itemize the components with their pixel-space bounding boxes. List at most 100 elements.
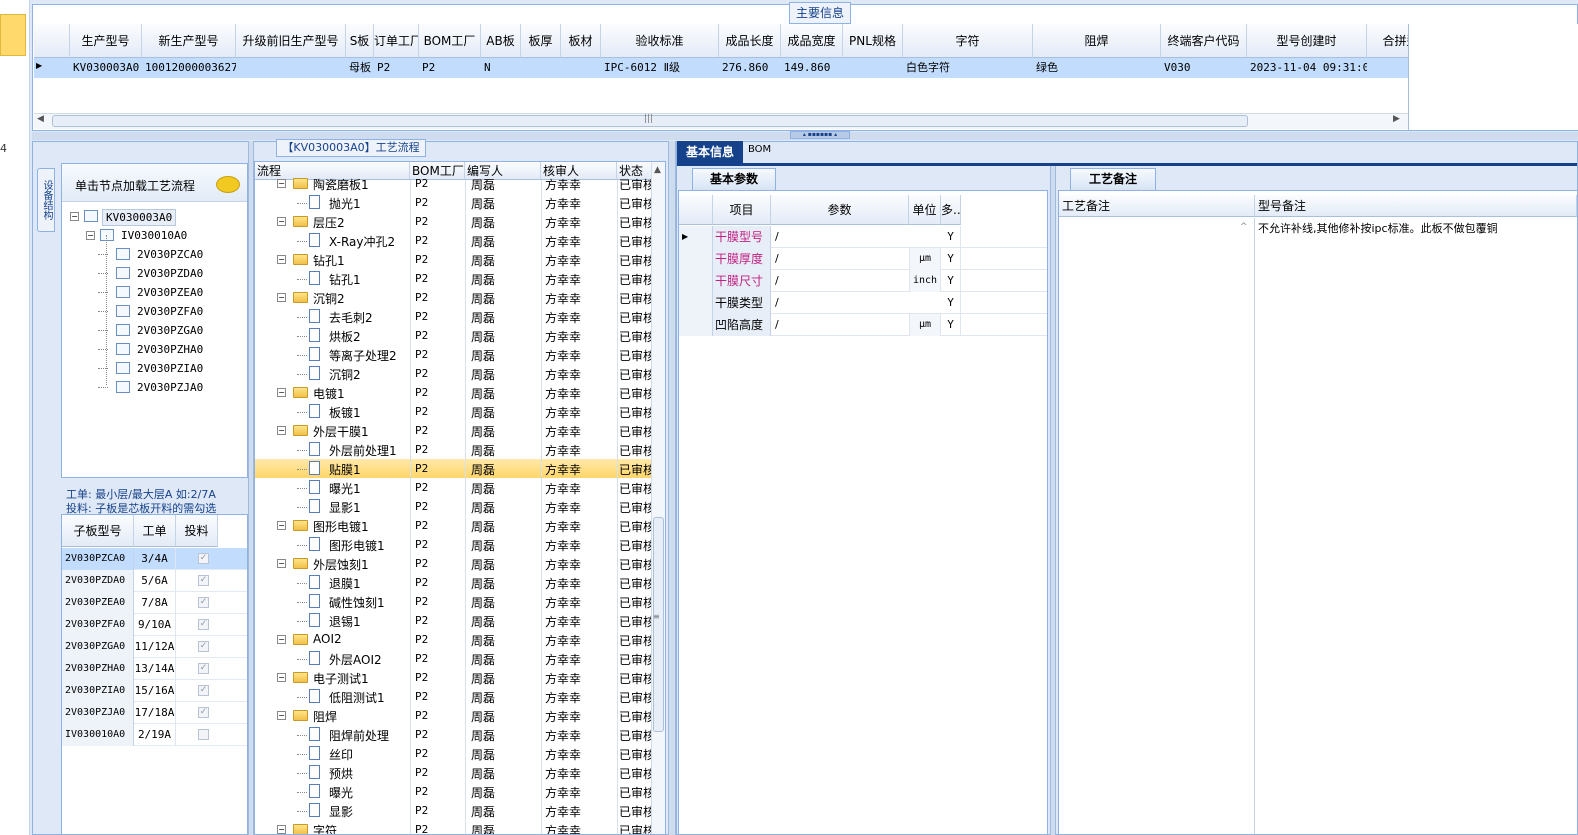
- middle-vertical-splitter[interactable]: [668, 141, 676, 835]
- flow-step-label[interactable]: 预烘: [329, 765, 353, 782]
- table-row[interactable]: 2V030PZGA0 11/12A ✓: [62, 636, 247, 658]
- right-vertical-splitter[interactable]: [1050, 166, 1056, 835]
- flow-step-label[interactable]: 层压2: [313, 214, 345, 231]
- table-row[interactable]: − 陶瓷磨板1 P2 周磊 方幸幸 已审核: [255, 174, 651, 193]
- param-flag-cell[interactable]: Y: [941, 248, 961, 270]
- column-header[interactable]: 板厚: [521, 24, 561, 58]
- flow-step-label[interactable]: 退锡1: [329, 613, 361, 630]
- param-value-cell[interactable]: /: [775, 314, 909, 336]
- table-row[interactable]: 预烘 P2 周磊 方幸幸 已审核: [255, 763, 651, 782]
- sub-model-cell[interactable]: 2V030PZGA0: [62, 636, 134, 658]
- flow-step-label[interactable]: 退膜1: [329, 575, 361, 592]
- tab-basic-info[interactable]: 基本信息: [677, 141, 743, 163]
- feed-checkbox[interactable]: ✓: [198, 663, 209, 674]
- tree-node-label[interactable]: 2V030PZFA0: [134, 304, 206, 319]
- table-cell[interactable]: IPC-6012 Ⅱ级: [601, 58, 719, 78]
- table-row[interactable]: 2V030PZFA0 9/10A ✓: [62, 614, 247, 636]
- table-row[interactable]: 外层AOI2 P2 周磊 方幸幸 已审核: [255, 649, 651, 668]
- flow-step-label[interactable]: X-Ray冲孔2: [329, 233, 395, 250]
- column-header[interactable]: PNL规格: [843, 24, 903, 58]
- flow-step-label[interactable]: 钻孔1: [329, 271, 361, 288]
- flow-step-label[interactable]: 电子测试1: [313, 670, 369, 687]
- table-row[interactable]: 2V030PZIA0 15/16A ✓: [62, 680, 247, 702]
- vertical-scrollbar[interactable]: [651, 162, 665, 834]
- feed-checkbox[interactable]: ✓: [198, 575, 209, 586]
- table-row[interactable]: 退膜1 P2 周磊 方幸幸 已审核: [255, 573, 651, 592]
- param-value-cell[interactable]: /: [775, 270, 909, 292]
- param-value-cell[interactable]: /: [775, 248, 909, 270]
- expander-icon[interactable]: −: [277, 426, 286, 435]
- table-row[interactable]: 干膜类型 / Y: [679, 292, 1047, 314]
- feed-checkbox[interactable]: ✓: [198, 707, 209, 718]
- table-cell[interactable]: 白色字符: [903, 58, 1033, 78]
- feed-checkbox[interactable]: [198, 729, 209, 740]
- remark-tab[interactable]: 工艺备注: [1070, 168, 1156, 190]
- table-row[interactable]: 阻焊前处理 P2 周磊 方幸幸 已审核: [255, 725, 651, 744]
- flow-step-label[interactable]: 外层AOI2: [329, 651, 382, 668]
- flow-step-label[interactable]: 丝印: [329, 746, 353, 763]
- table-cell[interactable]: [521, 58, 561, 78]
- tree-node-label[interactable]: 2V030PZHA0: [134, 342, 206, 357]
- param-item-cell[interactable]: 凹陷高度: [713, 314, 771, 336]
- table-row[interactable]: 曝光1 P2 周磊 方幸幸 已审核: [255, 478, 651, 497]
- process-remark-textbox[interactable]: [1059, 218, 1255, 834]
- sub-model-cell[interactable]: 2V030PZIA0: [62, 680, 134, 702]
- flow-step-label[interactable]: AOI2: [313, 632, 342, 646]
- column-header[interactable]: S板: [346, 24, 374, 58]
- expander-icon[interactable]: −: [70, 212, 79, 221]
- tree-node-label[interactable]: 2V030PZGA0: [134, 323, 206, 338]
- scroll-up-icon[interactable]: ^: [1240, 222, 1248, 232]
- tree-node-label[interactable]: KV030003A0: [102, 209, 177, 226]
- tree-node-label[interactable]: 2V030PZIA0: [134, 361, 206, 376]
- table-row[interactable]: 图形电镀1 P2 周磊 方幸幸 已审核: [255, 535, 651, 554]
- column-header[interactable]: 参数: [771, 195, 909, 225]
- table-cell[interactable]: P2: [374, 58, 419, 78]
- param-flag-cell[interactable]: Y: [941, 314, 961, 336]
- param-item-cell[interactable]: 干膜厚度: [713, 248, 771, 270]
- table-cell[interactable]: [236, 58, 346, 78]
- param-flag-cell[interactable]: Y: [941, 226, 961, 248]
- param-flag-cell[interactable]: Y: [941, 292, 961, 314]
- flow-step-label[interactable]: 曝光: [329, 784, 353, 801]
- expander-icon[interactable]: −: [277, 825, 286, 834]
- model-remark-text[interactable]: 不允许补线,其他修补按ipc标准。此板不做包覆铜: [1258, 220, 1498, 236]
- table-cell[interactable]: 2023-11-04 09:31:01: [1247, 58, 1367, 78]
- splitter-grip-icon[interactable]: ▴ ▪▪▪▪▪▪ ▴: [790, 131, 850, 139]
- column-header[interactable]: 子板型号: [62, 515, 134, 547]
- expander-icon[interactable]: −: [277, 388, 286, 397]
- expander-icon[interactable]: −: [277, 521, 286, 530]
- table-row[interactable]: 贴膜1 P2 周磊 方幸幸 已审核: [255, 459, 651, 478]
- table-row[interactable]: X-Ray冲孔2 P2 周磊 方幸幸 已审核: [255, 231, 651, 250]
- table-row[interactable]: 2V030PZHA0 13/14A ✓: [62, 658, 247, 680]
- column-header[interactable]: 终端客户代码: [1161, 24, 1247, 58]
- table-row[interactable]: − 图形电镀1 P2 周磊 方幸幸 已审核: [255, 516, 651, 535]
- tree-node-label[interactable]: 2V030PZEA0: [134, 285, 206, 300]
- flow-step-label[interactable]: 抛光1: [329, 195, 361, 212]
- table-row[interactable]: 外层前处理1 P2 周磊 方幸幸 已审核: [255, 440, 651, 459]
- expander-icon[interactable]: −: [277, 293, 286, 302]
- column-header[interactable]: 成品长度: [719, 24, 781, 58]
- scroll-right-icon[interactable]: ▶: [1393, 114, 1400, 124]
- expander-icon[interactable]: −: [277, 635, 286, 644]
- flow-step-label[interactable]: 低阻测试1: [329, 689, 385, 706]
- flow-step-label[interactable]: 沉铜2: [329, 366, 361, 383]
- flow-step-label[interactable]: 阻焊: [313, 708, 337, 725]
- column-header[interactable]: 验收标准: [601, 24, 719, 58]
- table-cell[interactable]: 母板: [346, 58, 374, 78]
- side-tab-device-structure[interactable]: 设备结构: [37, 168, 55, 232]
- flow-step-label[interactable]: 板镀1: [329, 404, 361, 421]
- flow-step-label[interactable]: 显影: [329, 803, 353, 820]
- flow-step-label[interactable]: 曝光1: [329, 480, 361, 497]
- table-row[interactable]: 干膜尺寸 / inch Y: [679, 270, 1047, 292]
- column-header[interactable]: BOM工厂: [419, 24, 481, 58]
- flow-step-label[interactable]: 图形电镀1: [329, 537, 385, 554]
- tree-node-label[interactable]: IV030010A0: [118, 228, 190, 243]
- table-row[interactable]: IV030010A0 2/19A: [62, 724, 247, 746]
- param-item-cell[interactable]: 干膜类型: [713, 292, 771, 314]
- sub-model-cell[interactable]: 2V030PZJA0: [62, 702, 134, 724]
- table-cell[interactable]: KV030003A0: [70, 58, 142, 78]
- tree-node[interactable]: 2V030PZFA0: [62, 302, 247, 321]
- tree-node[interactable]: 2V030PZEA0: [62, 283, 247, 302]
- table-row[interactable]: − 外层干膜1 P2 周磊 方幸幸 已审核: [255, 421, 651, 440]
- table-row[interactable]: − 沉铜2 P2 周磊 方幸幸 已审核: [255, 288, 651, 307]
